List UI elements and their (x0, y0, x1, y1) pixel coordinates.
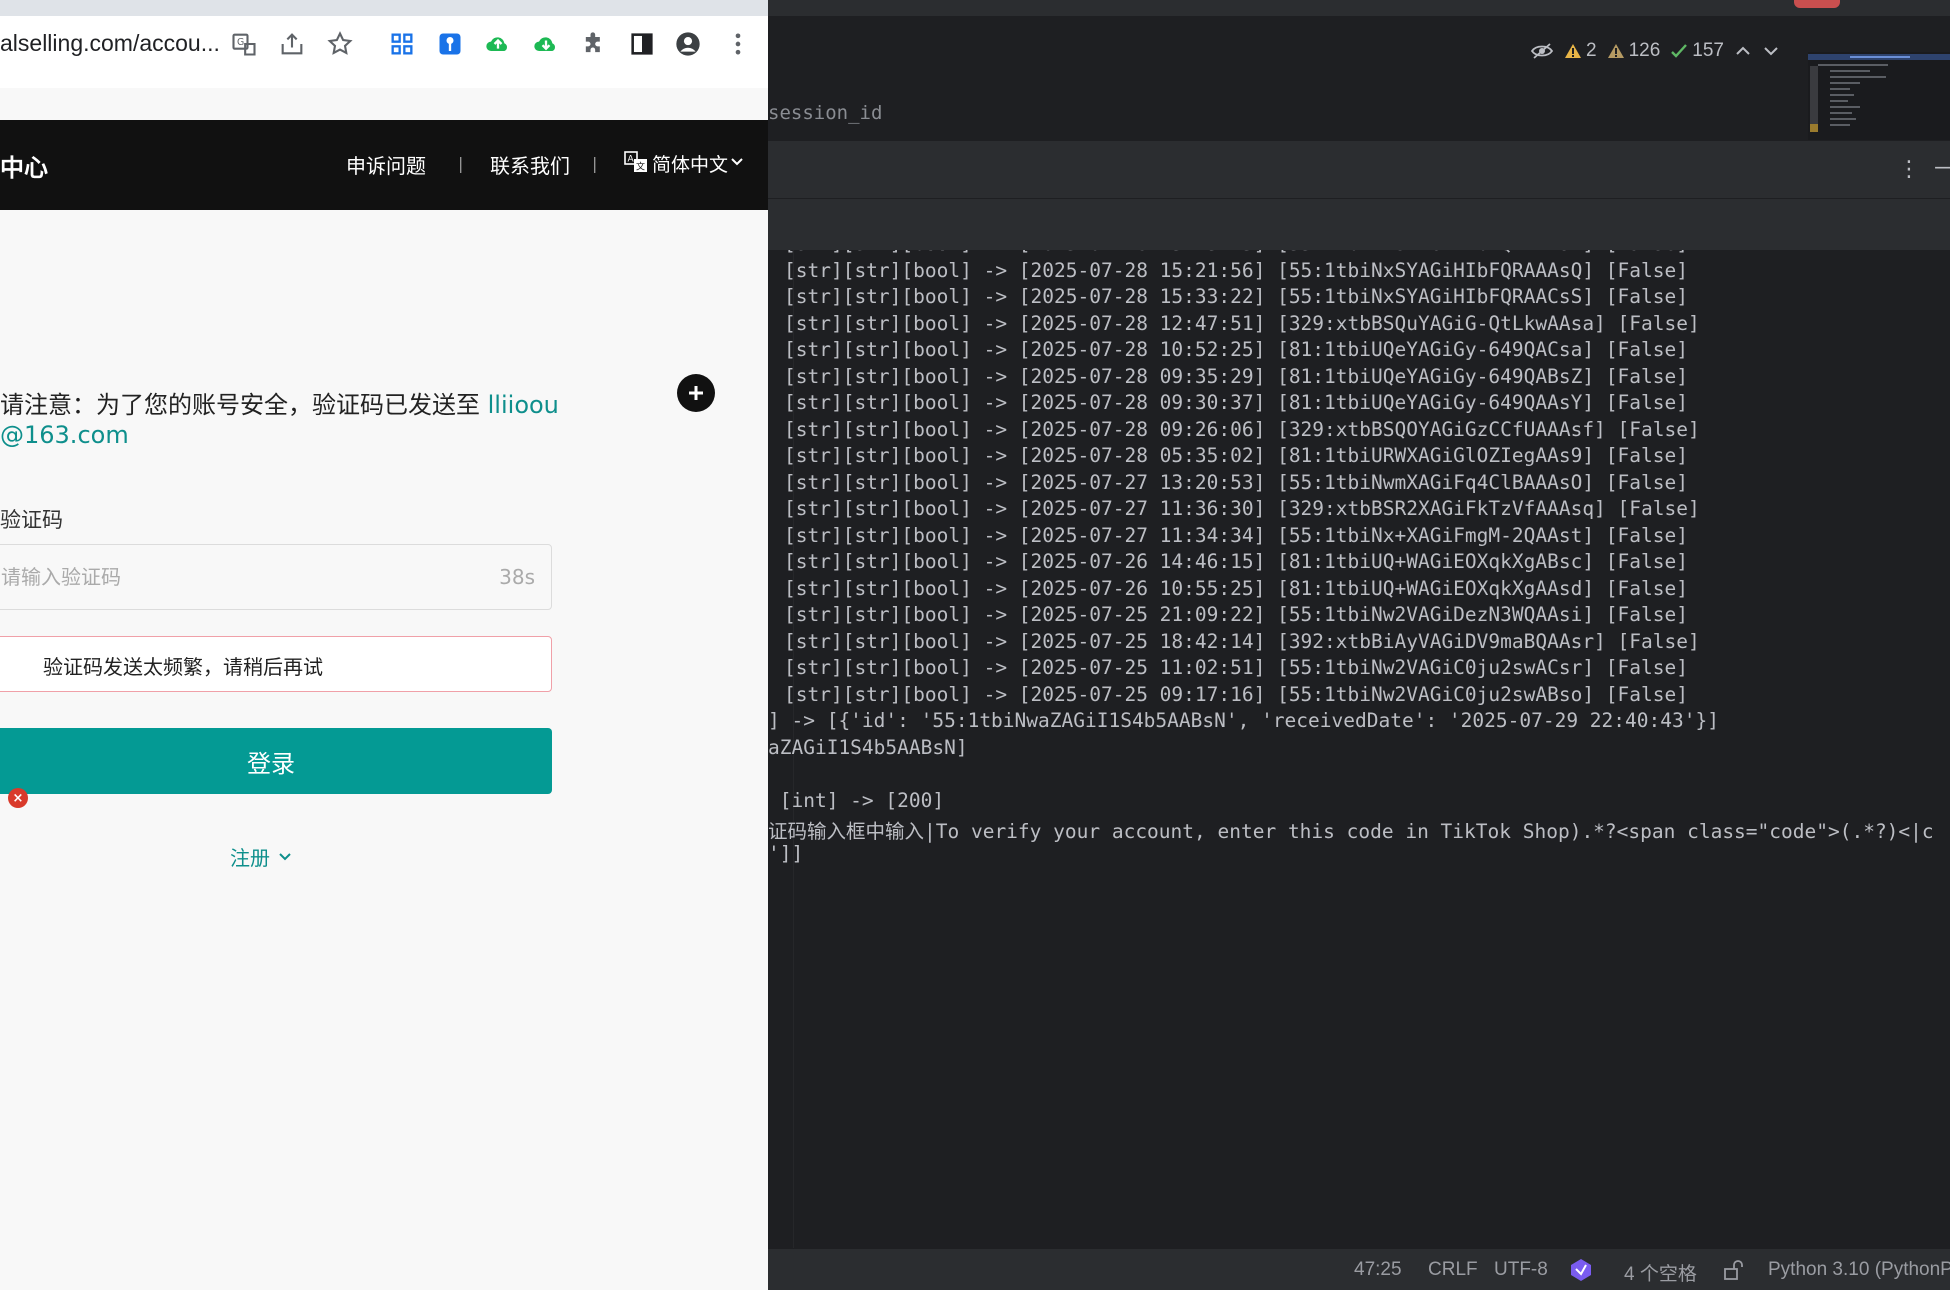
profile-avatar-icon[interactable] (670, 26, 706, 62)
console-line: [str][str][bool] -> [2025-07-28 15:21:56… (784, 258, 1688, 282)
verification-notice: 请注意：为了您的账号安全，验证码已发送至 lliioou @163.com (0, 390, 560, 450)
more-menu-icon[interactable] (720, 26, 756, 62)
download-cloud-icon[interactable] (528, 26, 564, 62)
nav-separator: | (458, 154, 464, 173)
status-bar: 47:25 CRLF UTF-8 4 个空格 Python 3.10 (Pyth… (768, 1248, 1950, 1290)
site-header: 中心 申诉问题 | 联系我们 | A文 简体中文 (0, 120, 768, 210)
inspection-widget[interactable]: 2 126 157 (1530, 40, 1780, 62)
console-line: [str][str][bool] -> [2025-07-28 05:35:02… (784, 444, 1688, 467)
editor-code-line[interactable]: session_id (768, 102, 882, 124)
ok-count[interactable]: 157 (1670, 40, 1724, 62)
apps-grid-icon[interactable] (384, 26, 420, 62)
chevron-down-icon[interactable] (1762, 44, 1780, 58)
code-field: 38s (0, 544, 552, 610)
console-line: aZAGiI1S4b5AABsN] (768, 735, 968, 759)
console-line: [str][str][bool] -> [2025-07-27 13:20:53… (784, 470, 1688, 494)
nav-link-contact[interactable]: 联系我们 (490, 150, 570, 179)
verification-code-input[interactable] (1, 545, 461, 609)
chevron-down-icon (279, 852, 291, 860)
svg-text:A: A (628, 155, 635, 165)
console-line: [str][str][bool] -> [2025-07-28 10:52:25… (784, 338, 1688, 361)
ai-assistant-icon[interactable] (1568, 1257, 1594, 1283)
warning-count-a[interactable]: 2 (1564, 40, 1597, 62)
console-line: ] -> [{'id': '55:1tbiNwaZAGiI1S4b5AABsN'… (768, 709, 1719, 732)
nav-separator: | (592, 154, 598, 173)
console-line: [str][str][bool] -> [2025-07-28 09:30:37… (784, 391, 1688, 414)
console-line: ']] (768, 841, 804, 865)
notice-text: 请注意：为了您的账号安全，验证码已发送至 (0, 391, 488, 419)
error-badge-icon: × (8, 788, 28, 808)
translate-icon[interactable]: G (226, 26, 262, 62)
register-label: 注册 (230, 846, 270, 870)
register-link[interactable]: 注册 (230, 842, 292, 871)
console-line: [str][str][bool] -> [2025-07-28 09:35:29… (784, 364, 1688, 388)
address-bar-url[interactable]: alselling.com/accou... (0, 30, 220, 57)
console-line: [str][str][bool] -> [2025-07-26 14:46:15… (784, 550, 1688, 573)
ide-window: 2 126 157 session_id ⋮ [str][str][bool] … (768, 0, 1950, 1290)
resend-countdown: 38s (499, 565, 535, 589)
language-icon[interactable]: A文 (624, 150, 650, 174)
code-field-label: 验证码 (0, 508, 63, 532)
svg-text:文: 文 (636, 161, 645, 173)
run-panel-header: ⋮ — (768, 140, 1950, 198)
console-line: [str][str][bool] -> [2025-07-28 12:47:51… (784, 311, 1700, 335)
run-console[interactable]: [str][str][bool] -> [2025-07-28 15:23:15… (768, 250, 1950, 1248)
upload-cloud-icon[interactable] (480, 26, 516, 62)
error-alert: 验证码发送太频繁，请稍后再试 (0, 636, 552, 692)
chevron-up-icon[interactable] (1734, 44, 1752, 58)
indent-setting[interactable]: 4 个空格 (1624, 1259, 1697, 1286)
minimize-icon[interactable]: — (1934, 155, 1950, 180)
code-minimap[interactable] (1808, 52, 1950, 152)
ide-tab-bar (768, 0, 1950, 16)
console-line: [str][str][bool] -> [2025-07-25 11:02:51… (784, 656, 1688, 679)
check-icon (1671, 44, 1688, 58)
extensions-puzzle-icon[interactable] (576, 26, 612, 62)
python-interpreter[interactable]: Python 3.10 (PythonP (1768, 1259, 1950, 1281)
ok-count-value: 157 (1692, 40, 1724, 61)
console-line: [str][str][bool] -> [2025-07-27 11:36:30… (784, 497, 1700, 520)
password-key-icon[interactable] (432, 26, 468, 62)
run-panel-toolbar (768, 198, 1950, 250)
svg-text:G: G (237, 37, 244, 48)
notice-email-user: lliioou (487, 391, 559, 419)
weak-warning-icon (1607, 44, 1624, 58)
caret-position[interactable]: 47:25 (1354, 1259, 1402, 1281)
brand-title[interactable]: 中心 (0, 148, 48, 183)
share-icon[interactable] (274, 26, 310, 62)
file-encoding[interactable]: UTF-8 (1494, 1259, 1548, 1281)
tab-strip (0, 0, 768, 16)
language-selector[interactable]: 简体中文 (652, 150, 728, 177)
warning-icon (1565, 44, 1581, 58)
chevron-down-icon[interactable] (730, 156, 744, 168)
console-line: [str][str][bool] -> [2025-07-27 11:34:34… (784, 523, 1688, 547)
console-line: [str][str][bool] -> [2025-07-25 21:09:22… (784, 603, 1688, 626)
error-message: 验证码发送太频繁，请稍后再试 (43, 655, 323, 679)
line-ending[interactable]: CRLF (1428, 1259, 1478, 1281)
active-tab-marker (1794, 0, 1840, 8)
warning-count-b-value: 126 (1628, 40, 1661, 61)
code-editor[interactable]: 2 126 157 session_id (768, 16, 1950, 152)
console-line: 证码输入框中输入|To verify your account, enter t… (768, 820, 1934, 843)
console-line: [str][str][bool] -> [2025-07-25 18:42:14… (784, 629, 1700, 653)
console-line: [str][str][bool] -> [2025-07-28 15:23:15… (784, 250, 1688, 255)
options-menu-icon[interactable]: ⋮ (1898, 157, 1920, 182)
side-panel-icon[interactable] (624, 26, 660, 62)
console-line: [str][str][bool] -> [2025-07-28 09:26:06… (784, 417, 1700, 441)
console-line: [int] -> [200] (768, 788, 945, 812)
unlock-icon[interactable] (1722, 1259, 1744, 1281)
console-line: [str][str][bool] -> [2025-07-28 15:33:22… (784, 285, 1688, 308)
browser-window: alselling.com/accou... G 中心 申诉问题 | 联系我们 … (0, 0, 768, 1290)
console-line: [str][str][bool] -> [2025-07-26 10:55:25… (784, 576, 1688, 600)
console-line: [str][str][bool] -> [2025-07-25 09:17:16… (784, 682, 1688, 706)
nav-link-appeal[interactable]: 申诉问题 (346, 150, 426, 179)
login-button[interactable]: 登录 (0, 728, 552, 794)
notice-email-domain: @163.com (0, 421, 129, 449)
warning-count-a-value: 2 (1586, 40, 1597, 61)
hide-eye-icon[interactable] (1530, 42, 1554, 60)
warning-count-b[interactable]: 126 (1607, 40, 1661, 62)
add-icon[interactable] (677, 374, 715, 412)
browser-toolbar: alselling.com/accou... G (0, 0, 768, 88)
bookmark-star-icon[interactable] (322, 26, 358, 62)
